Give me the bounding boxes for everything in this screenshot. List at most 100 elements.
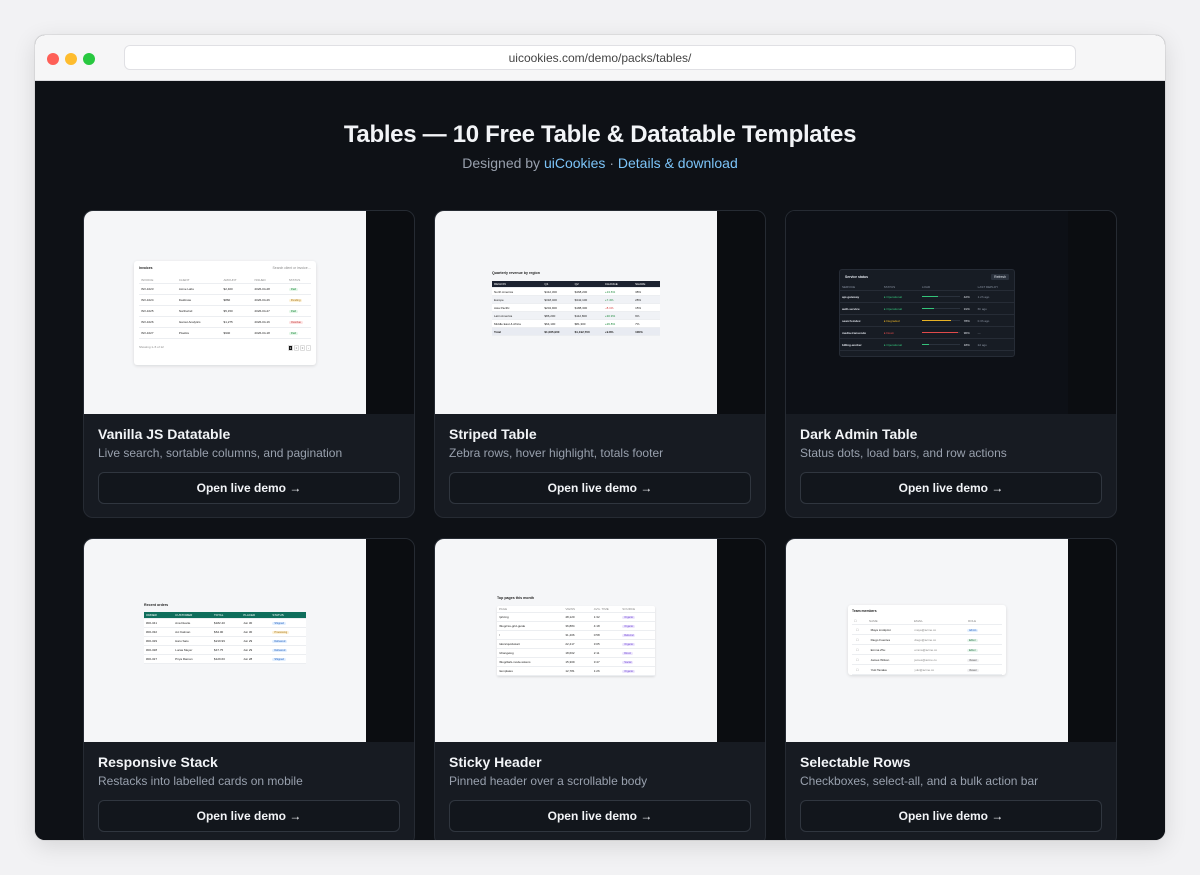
preview-row: /blog/css-grid-guide 36,884 4:18 Organic xyxy=(497,622,655,631)
preview-cell: /templates xyxy=(499,669,513,673)
preview-cell: $318,400 xyxy=(544,297,557,302)
preview-cell: $1,085,900 xyxy=(544,329,560,334)
preview-cell: 0.3h ago xyxy=(977,318,990,323)
status-badge: Admin xyxy=(966,628,979,632)
close-window-button[interactable] xyxy=(47,53,59,65)
status-badge: Direct xyxy=(622,652,634,655)
preview-cell: Delivered xyxy=(270,648,306,652)
preview-cell: STATUS xyxy=(288,277,301,282)
open-live-demo-button[interactable]: Open live demo → xyxy=(98,800,400,832)
preview-cell: Referral xyxy=(620,633,655,637)
load-track xyxy=(922,308,960,309)
preview-cell: +26.8% xyxy=(604,321,616,326)
open-live-demo-button[interactable]: Open live demo → xyxy=(98,472,400,504)
preview-row: ☐ James Wilson james@acme.co Viewer xyxy=(852,655,1002,665)
preview-row: #00-327 Priya Raman $129.60 Jun 28 Shipped xyxy=(144,655,306,664)
preview-cell: 96% xyxy=(963,330,970,335)
preview-cell: 100% xyxy=(635,329,643,334)
load-fill xyxy=(922,332,959,333)
preview-thumbnail[interactable]: Team members ☐ NAME EMAIL ROLE ☐ Maya Lindqvis… xyxy=(786,539,1116,742)
preview-thumbnail[interactable]: Quarterly revenue by region REGION Q1 Q2 CHA… xyxy=(435,211,765,414)
preview-cell: $188,300 xyxy=(574,305,588,310)
selectable-table-preview: Team members ☐ NAME EMAIL ROLE ☐ Maya Lindqvis… xyxy=(848,605,1006,675)
preview-cell: STATUS xyxy=(272,613,284,617)
preview-cell: yuki@acme.co xyxy=(914,667,935,672)
preview-search: Search client or invoice… xyxy=(272,266,311,270)
preview-toolbar: Service status Refresh xyxy=(840,270,1014,284)
preview-cell: VIEWS xyxy=(565,607,576,611)
preview-cell: media-transcode xyxy=(842,330,867,335)
preview-cell: Pixelize xyxy=(178,331,190,335)
preview-cell: /changelog xyxy=(499,651,514,655)
preview-cell: 0:58 xyxy=(593,633,600,637)
preview-row: Latin America $86,200 $112,800 +30.9% 9% xyxy=(492,312,660,320)
preview-cell: ● Operational xyxy=(883,306,902,311)
maximize-window-button[interactable] xyxy=(83,53,95,65)
preview-cell: $1,192,700 xyxy=(574,329,590,334)
preview-cell: ● Operational xyxy=(883,294,902,299)
preview-thumbnail[interactable]: Service status Refresh SERVICE STATUS LOAD LA… xyxy=(786,211,1116,414)
preview-cell: Editor xyxy=(965,638,1000,642)
load-bar xyxy=(920,332,962,333)
status-badge: Editor xyxy=(966,638,978,642)
preview-thumbnail[interactable]: Top pages this month PAGE VIEWS AVG. TIME SO… xyxy=(435,539,765,742)
open-live-demo-button[interactable]: Open live demo → xyxy=(449,800,751,832)
minimize-window-button[interactable] xyxy=(65,53,77,65)
preview-row: #00-329 Haru Sato $219.99 Jun 29 Delivered xyxy=(144,637,306,646)
preview-cell: Middle East & Africa xyxy=(494,321,521,326)
row-checkbox: ☐ xyxy=(856,657,859,662)
preview-cell: SOURCE xyxy=(622,607,636,611)
preview-cell: 2d ago xyxy=(977,342,987,347)
template-card-selectable-rows[interactable]: Team members ☐ NAME EMAIL ROLE ☐ Maya Lindqvis… xyxy=(785,538,1117,840)
preview-cell: Organic xyxy=(620,669,655,673)
preview-cell: $342,100 xyxy=(574,297,588,302)
preview-cell: Emma Zhu xyxy=(870,647,886,652)
preview-cell: 2026-04-18 xyxy=(254,331,270,335)
preview-row: ☐ Emma Zhu emma@acme.co Editor xyxy=(852,645,1002,655)
preview-cell: Paid xyxy=(287,287,311,291)
refresh-button: Refresh xyxy=(991,274,1009,280)
separator: · xyxy=(609,155,614,171)
preview-cell: $940 xyxy=(223,331,231,335)
preview-thumbnail[interactable]: Invoices Search client or invoice… INVOICE… xyxy=(84,211,414,414)
details-link[interactable]: Details & download xyxy=(618,155,738,171)
open-live-demo-button[interactable]: Open live demo → xyxy=(449,472,751,504)
dark-table-preview: Service status Refresh SERVICE STATUS LOAD LA… xyxy=(839,269,1015,357)
status-badge: Overdue xyxy=(288,321,303,324)
preview-cell: maya@acme.co xyxy=(914,627,937,632)
status-badge: Editor xyxy=(966,648,978,652)
template-card-sticky-header[interactable]: Top pages this month PAGE VIEWS AVG. TIME SO… xyxy=(434,538,766,840)
status-badge: Organic xyxy=(622,643,636,646)
preview-thumbnail[interactable]: Recent orders ORDER CUSTOMER TOTAL PLACED STA… xyxy=(84,539,414,742)
preview-cell: 2:11 xyxy=(593,651,600,655)
card-title: Vanilla JS Datatable xyxy=(98,426,231,442)
template-card-striped-table[interactable]: Quarterly revenue by region REGION Q1 Q2 CHA… xyxy=(434,210,766,518)
preview-cell: $64,100 xyxy=(544,321,556,326)
preview-row: ☐ Yuki Tanaka yuki@acme.co Viewer xyxy=(852,665,1002,675)
preview-row: INV-1023 Acme Labs $2,400 2026-04-28 Paid xyxy=(139,284,311,295)
open-live-demo-button[interactable]: Open live demo → xyxy=(800,800,1102,832)
address-bar[interactable]: uicookies.com/demo/packs/tables/ xyxy=(124,45,1076,70)
preview-cell: $2,400 xyxy=(223,287,233,291)
status-badge: Paid xyxy=(288,310,299,313)
status-badge: Organic xyxy=(622,670,636,673)
preview-cell: North America xyxy=(494,289,514,294)
preview-cell: / xyxy=(499,633,500,637)
scroll-body: PAGE VIEWS AVG. TIME SOURCE/pricing 48,120 1:… xyxy=(497,606,655,676)
open-live-demo-button[interactable]: Open live demo → xyxy=(800,472,1102,504)
load-bar xyxy=(920,320,962,321)
template-card-responsive-stack[interactable]: Recent orders ORDER CUSTOMER TOTAL PLACED STA… xyxy=(83,538,415,840)
preview-row: INV-1024 Fieldnote $860 2026-04-26 Pending xyxy=(139,295,311,306)
preview-cell: $412,300 xyxy=(544,289,557,294)
template-card-vanilla-datatable[interactable]: Invoices Search client or invoice… INVOICE… xyxy=(83,210,415,518)
load-fill xyxy=(922,320,952,321)
brand-link[interactable]: uiCookies xyxy=(544,155,605,171)
preview-footer-text: Showing 1–5 of 12 xyxy=(139,345,164,349)
preview-cell: $86,200 xyxy=(544,313,556,318)
preview-cell: Jun 29 xyxy=(243,639,253,643)
preview-cell: api-gateway xyxy=(842,294,860,299)
preview-cell: +30.9% xyxy=(604,313,616,318)
template-card-dark-admin[interactable]: Service status Refresh SERVICE STATUS LOAD LA… xyxy=(785,210,1117,518)
preview-cell: /blog/css-grid-guide xyxy=(499,624,526,628)
status-badge: Paid xyxy=(288,332,299,335)
